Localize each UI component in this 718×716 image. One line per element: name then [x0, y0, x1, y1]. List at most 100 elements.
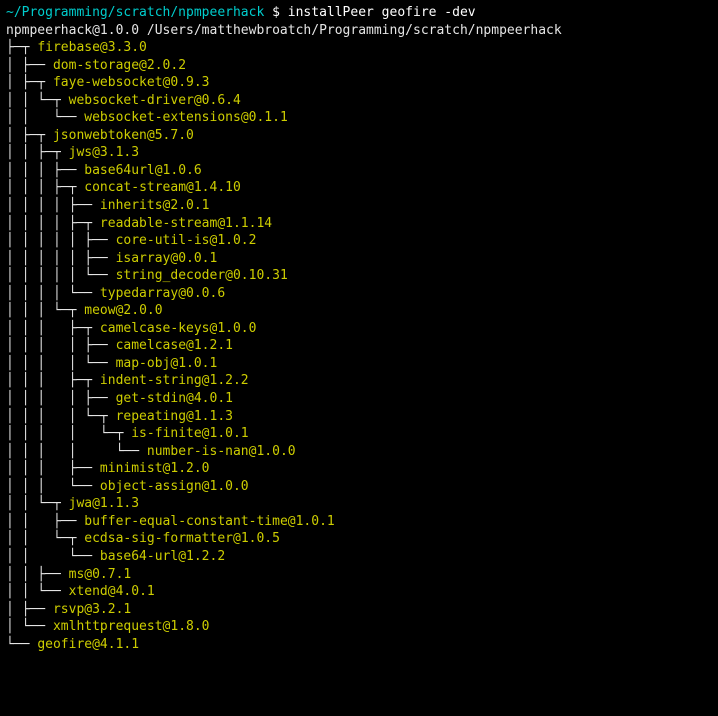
tree-line: │ │ └─┬ jwa@1.1.3 — [6, 495, 712, 513]
tree-branch: │ │ │ │ └─┬ — [6, 409, 116, 424]
tree-line: │ │ │ │ ├─┬ readable-stream@1.1.14 — [6, 215, 712, 233]
tree-line: │ ├── dom-storage@2.0.2 — [6, 57, 712, 75]
package-name: geofire@4.1.1 — [37, 637, 139, 652]
tree-branch: │ └── — [6, 619, 53, 634]
tree-line: │ │ │ │ └─┬ is-finite@1.0.1 — [6, 425, 712, 443]
tree-branch: │ │ └─┬ — [6, 531, 84, 546]
tree-line: │ │ │ │ └── typedarray@0.0.6 — [6, 285, 712, 303]
tree-line: │ │ │ │ └── number-is-nan@1.0.0 — [6, 443, 712, 461]
command-text[interactable]: installPeer geofire -dev — [288, 5, 476, 20]
header-line: npmpeerhack@1.0.0 /Users/matthewbroatch/… — [6, 22, 712, 40]
package-name: repeating@1.1.3 — [116, 409, 233, 424]
tree-line: │ │ └── websocket-extensions@0.1.1 — [6, 109, 712, 127]
tree-line: │ │ │ │ ├── inherits@2.0.1 — [6, 197, 712, 215]
tree-branch: │ ├─┬ — [6, 128, 53, 143]
package-name: inherits@2.0.1 — [100, 198, 210, 213]
tree-line: └── geofire@4.1.1 — [6, 636, 712, 654]
package-name: minimist@1.2.0 — [100, 461, 210, 476]
tree-branch: │ │ └─┬ — [6, 93, 69, 108]
package-name: websocket-extensions@0.1.1 — [84, 110, 288, 125]
tree-line: │ │ │ ├─┬ camelcase-keys@1.0.0 — [6, 320, 712, 338]
prompt-symbol: $ — [272, 5, 280, 20]
tree-branch: │ │ └── — [6, 549, 100, 564]
package-name: rsvp@3.2.1 — [53, 602, 131, 617]
tree-branch: │ │ │ │ └─┬ — [6, 426, 131, 441]
package-name: jsonwebtoken@5.7.0 — [53, 128, 194, 143]
tree-branch: │ │ └── — [6, 110, 84, 125]
tree-line: │ ├─┬ jsonwebtoken@5.7.0 — [6, 127, 712, 145]
package-name: number-is-nan@1.0.0 — [147, 444, 296, 459]
package-name: camelcase@1.2.1 — [116, 338, 233, 353]
tree-branch: │ ├── — [6, 602, 53, 617]
package-name: isarray@0.0.1 — [116, 251, 218, 266]
tree-branch: │ │ │ │ │ ├── — [6, 233, 116, 248]
tree-line: │ │ │ ├── minimist@1.2.0 — [6, 460, 712, 478]
tree-line: │ │ └─┬ ecdsa-sig-formatter@1.0.5 — [6, 530, 712, 548]
tree-branch: │ │ │ ├── — [6, 461, 100, 476]
package-name: indent-string@1.2.2 — [100, 373, 249, 388]
tree-line: │ │ │ └─┬ meow@2.0.0 — [6, 302, 712, 320]
tree-line: │ │ ├── ms@0.7.1 — [6, 566, 712, 584]
tree-branch: │ │ │ │ └── — [6, 356, 116, 371]
package-name: jwa@1.1.3 — [69, 496, 139, 511]
tree-line: │ │ │ ├─┬ concat-stream@1.4.10 — [6, 179, 712, 197]
package-name: websocket-driver@0.6.4 — [69, 93, 241, 108]
tree-line: │ │ └── xtend@4.0.1 — [6, 583, 712, 601]
prompt-line: ~/Programming/scratch/npmpeerhack $ inst… — [6, 4, 712, 22]
package-name: ms@0.7.1 — [69, 567, 132, 582]
tree-branch: │ │ │ │ │ └── — [6, 268, 116, 283]
package-name: is-finite@1.0.1 — [131, 426, 248, 441]
tree-line: │ │ └─┬ websocket-driver@0.6.4 — [6, 92, 712, 110]
tree-branch: │ │ │ │ ├── — [6, 198, 100, 213]
tree-line: │ │ └── base64-url@1.2.2 — [6, 548, 712, 566]
package-name: map-obj@1.0.1 — [116, 356, 218, 371]
package-name: string_decoder@0.10.31 — [116, 268, 288, 283]
package-name: xtend@4.0.1 — [69, 584, 155, 599]
tree-branch: │ │ │ ├─┬ — [6, 321, 100, 336]
package-name: readable-stream@1.1.14 — [100, 216, 272, 231]
tree-line: │ │ │ └── object-assign@1.0.0 — [6, 478, 712, 496]
tree-branch: │ │ ├── — [6, 567, 69, 582]
package-name: xmlhttprequest@1.8.0 — [53, 619, 210, 634]
package-name: base64url@1.0.6 — [84, 163, 201, 178]
package-name: firebase@3.3.0 — [37, 40, 147, 55]
package-name: typedarray@0.0.6 — [100, 286, 225, 301]
tree-line: │ │ │ │ └── map-obj@1.0.1 — [6, 355, 712, 373]
package-name: dom-storage@2.0.2 — [53, 58, 186, 73]
tree-branch: │ │ │ └── — [6, 479, 100, 494]
tree-line: │ │ │ │ │ ├── core-util-is@1.0.2 — [6, 232, 712, 250]
package-name: core-util-is@1.0.2 — [116, 233, 257, 248]
tree-branch: │ │ │ └─┬ — [6, 303, 84, 318]
package-name: faye-websocket@0.9.3 — [53, 75, 210, 90]
tree-branch: │ │ │ │ ├── — [6, 391, 116, 406]
tree-line: │ └── xmlhttprequest@1.8.0 — [6, 618, 712, 636]
tree-branch: │ │ │ │ ├─┬ — [6, 216, 100, 231]
tree-branch: │ │ │ ├── — [6, 163, 84, 178]
tree-branch: └── — [6, 637, 37, 652]
package-name: get-stdin@4.0.1 — [116, 391, 233, 406]
tree-line: │ │ │ │ ├── camelcase@1.2.1 — [6, 337, 712, 355]
tree-line: │ ├─┬ faye-websocket@0.9.3 — [6, 74, 712, 92]
tree-branch: │ │ ├── — [6, 514, 84, 529]
tree-branch: ├─┬ — [6, 40, 37, 55]
tree-branch: │ ├─┬ — [6, 75, 53, 90]
tree-line: │ ├── rsvp@3.2.1 — [6, 601, 712, 619]
package-name: object-assign@1.0.0 — [100, 479, 249, 494]
tree-branch: │ │ │ │ │ ├── — [6, 251, 116, 266]
tree-line: │ │ │ │ ├── get-stdin@4.0.1 — [6, 390, 712, 408]
tree-branch: │ │ └─┬ — [6, 496, 69, 511]
tree-line: │ │ │ ├── base64url@1.0.6 — [6, 162, 712, 180]
tree-branch: │ │ │ ├─┬ — [6, 180, 84, 195]
prompt-path: ~/Programming/scratch/npmpeerhack — [6, 5, 264, 20]
tree-branch: │ │ │ ├─┬ — [6, 373, 100, 388]
dependency-tree: ├─┬ firebase@3.3.0│ ├── dom-storage@2.0.… — [6, 39, 712, 653]
tree-line: │ │ │ │ │ ├── isarray@0.0.1 — [6, 250, 712, 268]
tree-branch: │ │ │ │ └── — [6, 444, 147, 459]
tree-line: │ │ ├── buffer-equal-constant-time@1.0.1 — [6, 513, 712, 531]
package-name: meow@2.0.0 — [84, 303, 162, 318]
tree-line: ├─┬ firebase@3.3.0 — [6, 39, 712, 57]
tree-branch: │ │ ├─┬ — [6, 145, 69, 160]
tree-branch: │ │ └── — [6, 584, 69, 599]
tree-line: │ │ ├─┬ jws@3.1.3 — [6, 144, 712, 162]
package-name: camelcase-keys@1.0.0 — [100, 321, 257, 336]
